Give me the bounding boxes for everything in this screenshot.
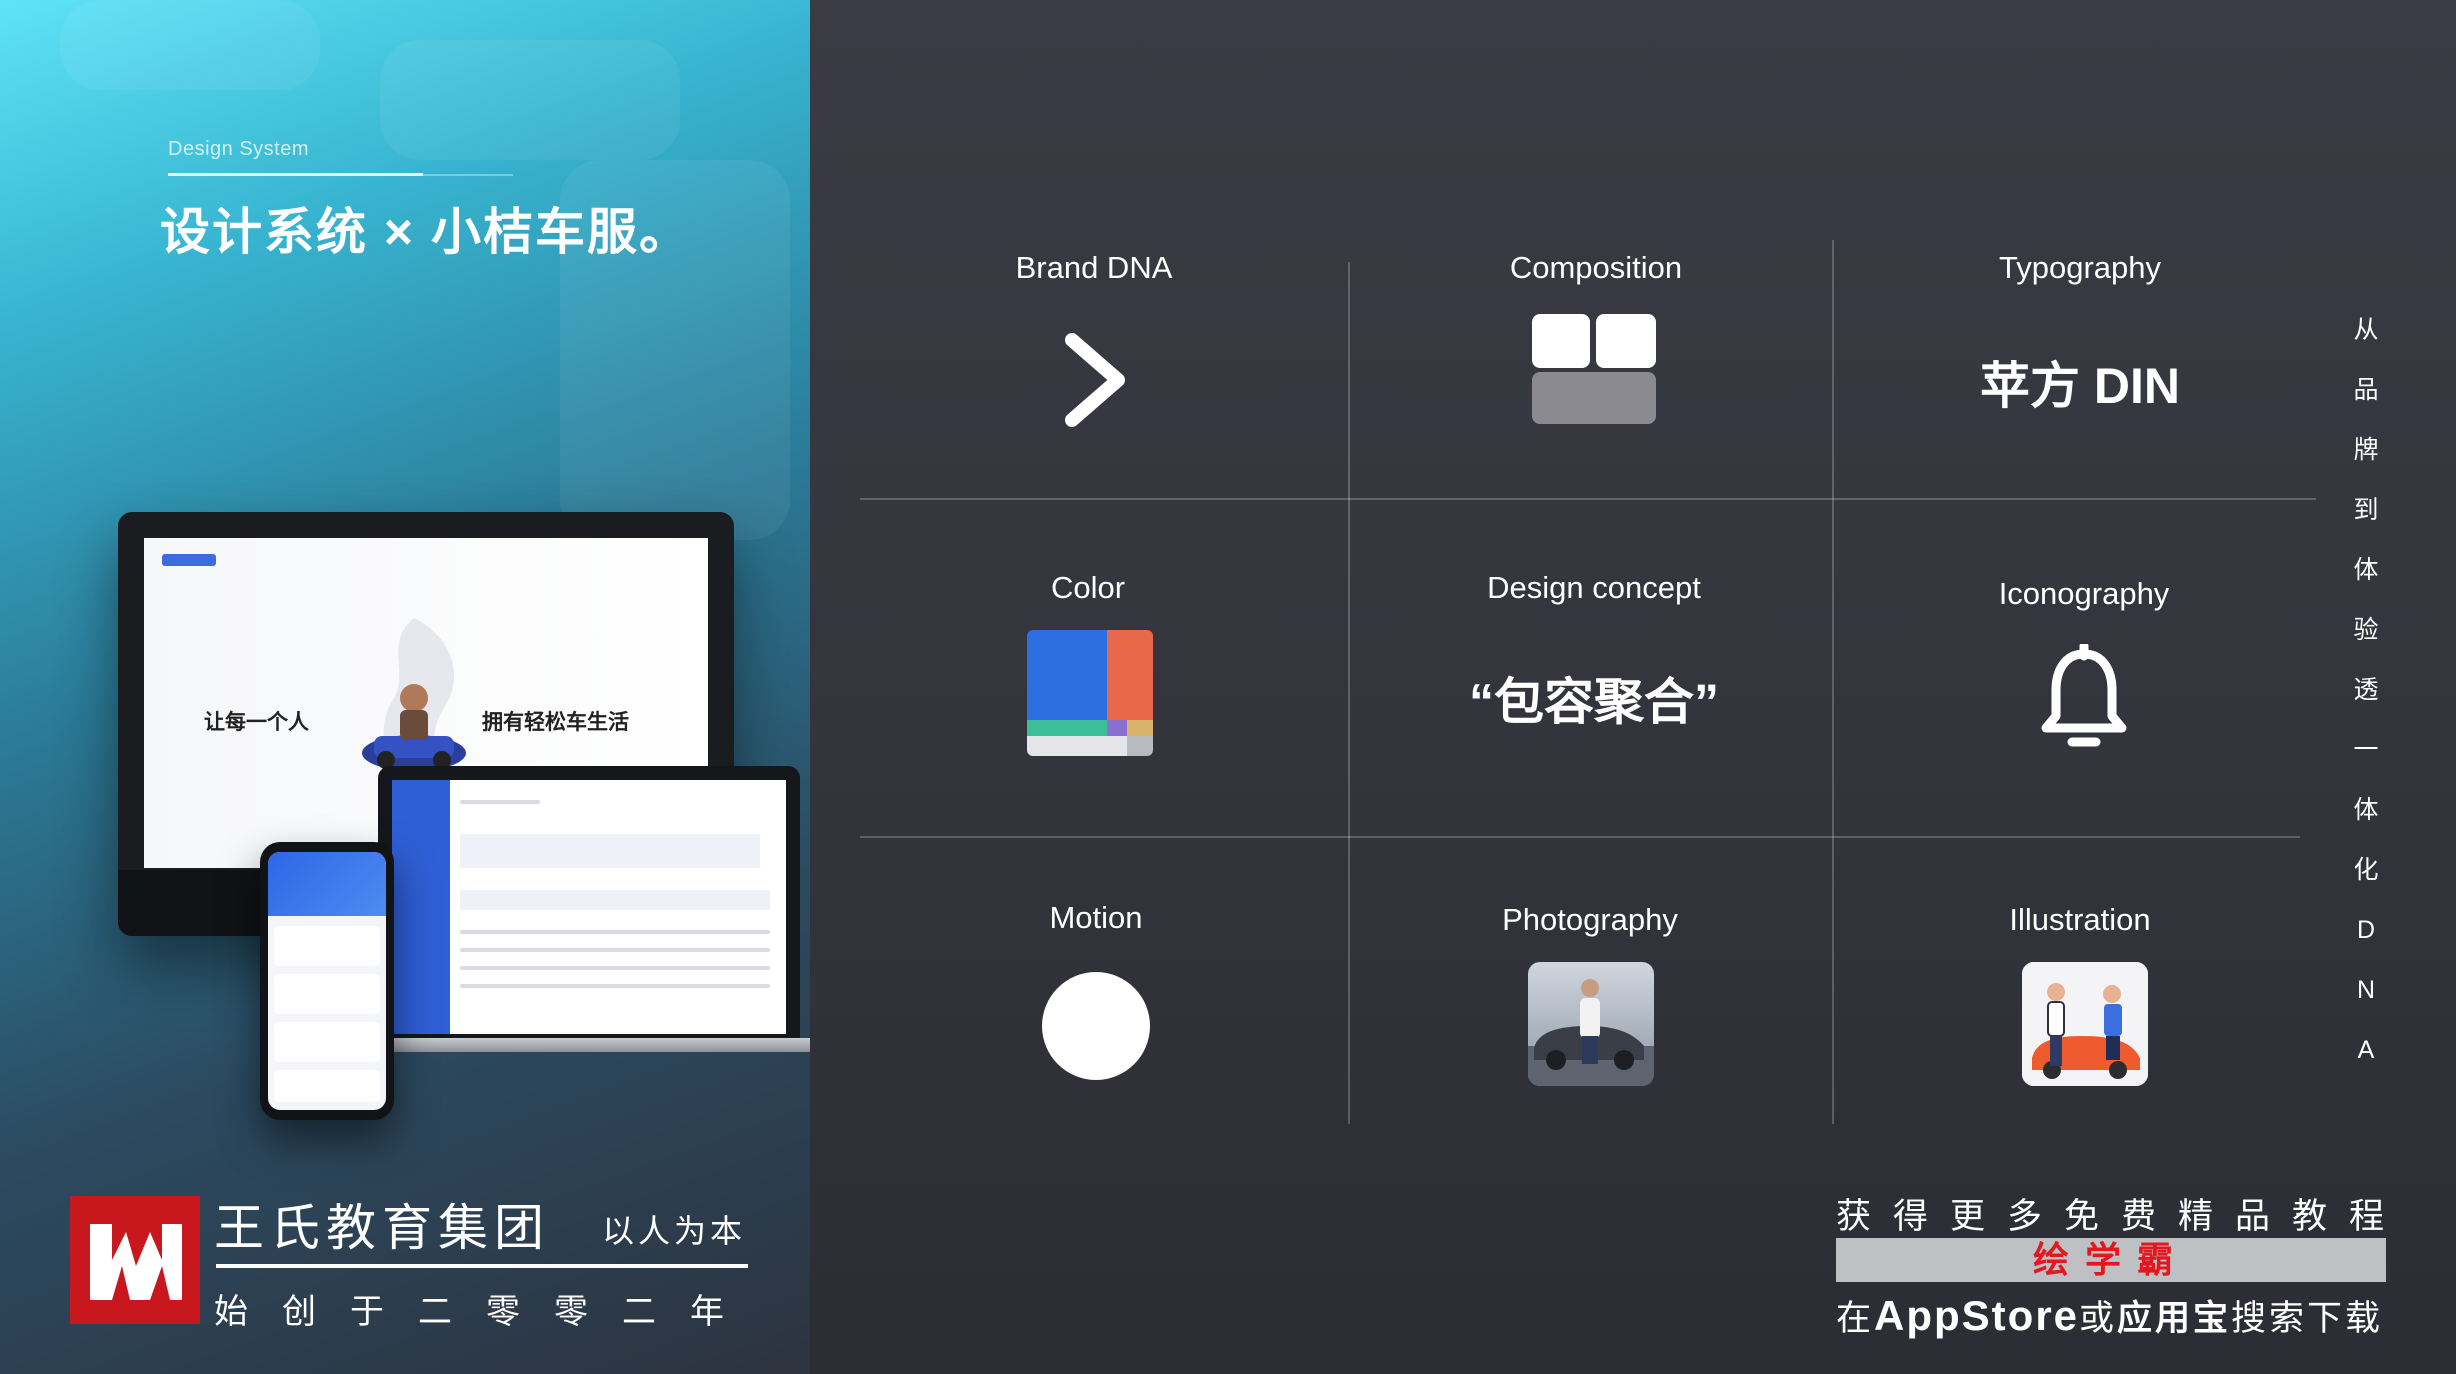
circle-icon (1042, 972, 1150, 1080)
placeholder-line (460, 966, 770, 970)
phone-card (274, 1022, 380, 1062)
vertical-char: A (2357, 1036, 2375, 1064)
eyebrow-underline (168, 173, 423, 176)
grid-divider (1348, 262, 1350, 1124)
background-shape (380, 40, 680, 160)
brand-logo (70, 1196, 200, 1324)
vertical-char: 透 (2353, 676, 2379, 704)
promo-app-store-cn: 应用宝 (2117, 1299, 2232, 1338)
phone-card (274, 1070, 380, 1102)
vertical-char: 到 (2353, 496, 2379, 524)
vertical-char: 体 (2353, 556, 2379, 584)
phone-screen (268, 852, 386, 1110)
desktop-hero-text-left: 让每一个人 (204, 711, 309, 734)
typography-sample: 苹方 DIN (1980, 358, 2180, 414)
design-concept-sample: “包容聚合” (1469, 674, 1719, 730)
design-concept-label: Design concept (1487, 570, 1701, 605)
layout-grid-icon (1532, 314, 1656, 424)
grid-divider (860, 836, 2300, 838)
vertical-char: 从 (2353, 316, 2379, 344)
promo-app-name: 绘学霸 (2032, 1239, 2189, 1280)
color-swatch-icon (1027, 630, 1153, 756)
brand-divider (216, 1264, 748, 1268)
vertical-char: 牌 (2353, 436, 2379, 464)
promo-headline: 获得更多免费精品教程 (1836, 1197, 2407, 1236)
vertical-char: 体 (2353, 796, 2379, 824)
brand-dna-label: Brand DNA (1015, 250, 1173, 285)
placeholder-stats (460, 834, 760, 868)
background-shape (60, 0, 320, 90)
eyebrow-underline-faint (423, 174, 513, 176)
laptop-sidebar (392, 780, 450, 1034)
slide: Design System 设计系统 × 小桔车服。 让每一个人 拥有轻松车生活 (0, 0, 2456, 1374)
page-title: 设计系统 × 小桔车服。 (160, 204, 691, 260)
brand-slogan: 以人为本 (602, 1213, 747, 1249)
car-illustration (362, 618, 466, 788)
brand-founded: 始创于二零零二年 (214, 1293, 758, 1331)
photography-label: Photography (1502, 902, 1678, 937)
placeholder-line (460, 984, 770, 988)
promo-suffix: 搜索下载 (2231, 1299, 2384, 1338)
iconography-label: Iconography (1998, 576, 2170, 611)
motion-label: Motion (1049, 900, 1143, 935)
vertical-char: D (2356, 916, 2376, 944)
illustration-label: Illustration (2009, 902, 2151, 937)
laptop-screen (392, 780, 786, 1034)
laptop-base (348, 1038, 810, 1052)
phone-card (274, 926, 380, 966)
promo-highlight-bar: 绘学霸 (1836, 1238, 2386, 1282)
promo-download-line: 在AppStore或应用宝搜索下载 (1836, 1290, 2383, 1341)
illustration-thumbnail (2022, 962, 2148, 1086)
phone-card (274, 974, 380, 1014)
brand-name: 王氏教育集团 (214, 1200, 550, 1256)
grid-divider (1832, 240, 1834, 1124)
phone-mockup (260, 842, 394, 1120)
placeholder-line (460, 930, 770, 934)
desktop-hero-text-right: 拥有轻松车生活 (482, 711, 629, 734)
vertical-char: 验 (2353, 616, 2379, 644)
promo-or: 或 (2079, 1299, 2118, 1338)
placeholder-line (460, 800, 540, 804)
composition-label: Composition (1509, 250, 1683, 285)
vertical-tagline: 从 品 牌 到 体 验 透 一 体 化 D N A (2346, 300, 2386, 1080)
eyebrow-label: Design System (168, 138, 309, 160)
promo-appstore: AppStore (1874, 1292, 2080, 1339)
vertical-char: 化 (2353, 856, 2379, 884)
app-logo-mini (162, 554, 216, 566)
grid-divider (860, 498, 2316, 500)
vertical-char: N (2356, 976, 2376, 1004)
phone-header (268, 852, 386, 916)
laptop-mockup (348, 766, 810, 1052)
photography-thumbnail (1528, 962, 1654, 1086)
bell-icon (2041, 644, 2127, 747)
typography-label: Typography (1999, 250, 2161, 285)
vertical-char: 一 (2353, 736, 2379, 764)
placeholder-filter (460, 890, 770, 910)
placeholder-line (460, 948, 770, 952)
vertical-char: 品 (2353, 376, 2379, 404)
promo-prefix: 在 (1836, 1299, 1875, 1338)
left-hero-panel: Design System 设计系统 × 小桔车服。 让每一个人 拥有轻松车生活 (0, 0, 810, 1374)
color-label: Color (1050, 570, 1126, 605)
chevron-right-icon (1065, 333, 1125, 427)
